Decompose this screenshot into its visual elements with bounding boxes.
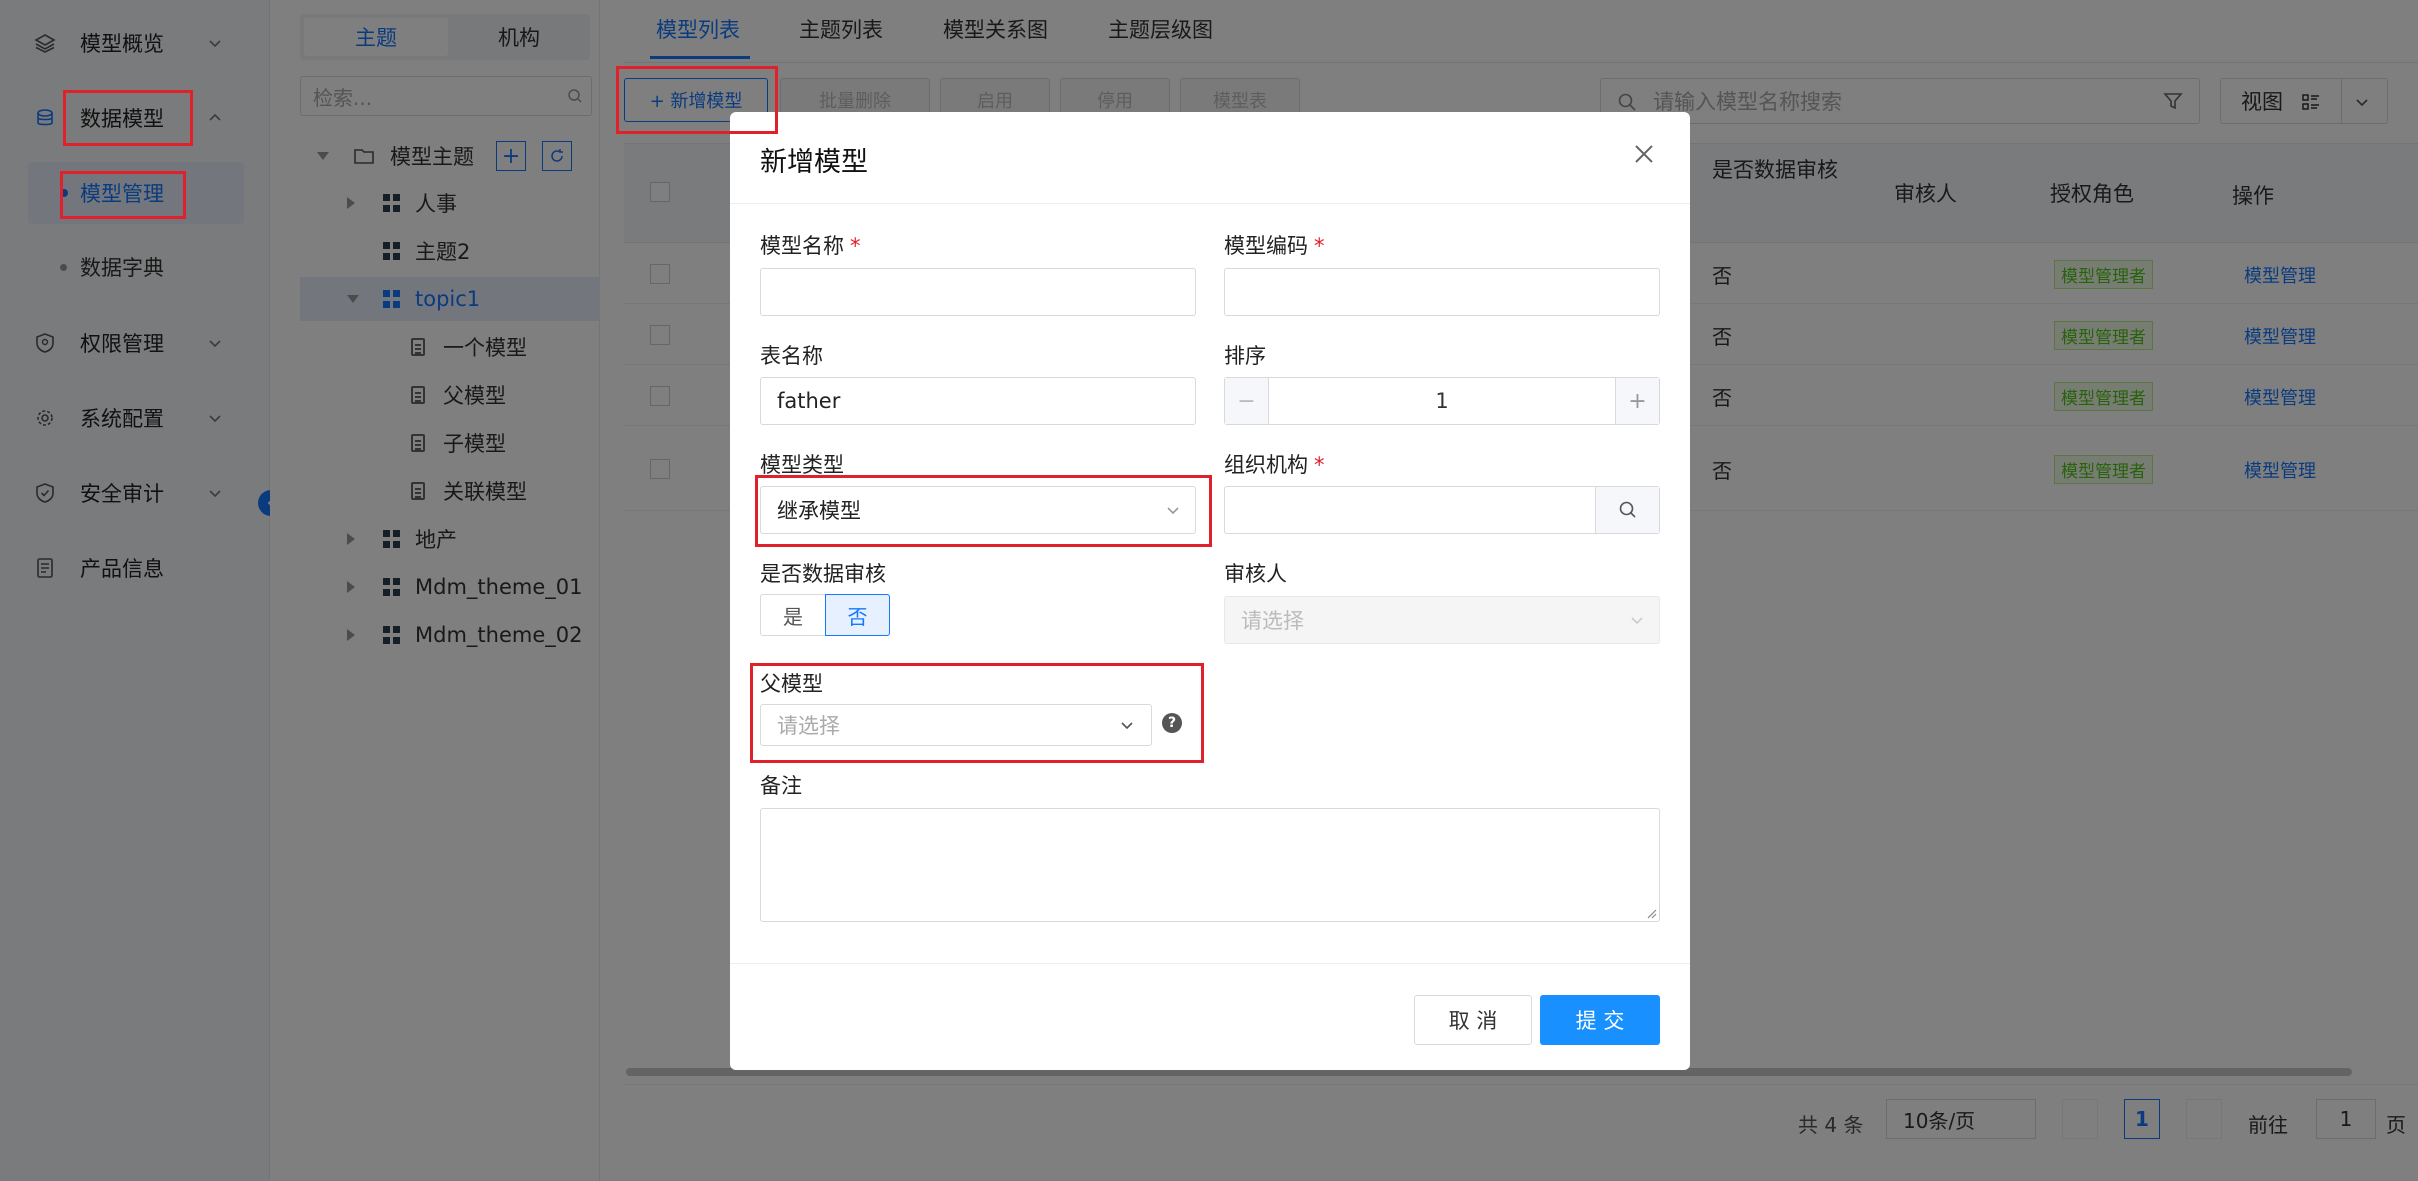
model-name-input[interactable] bbox=[760, 268, 1196, 316]
field-label: 排序 bbox=[1224, 344, 1266, 368]
field-label: 是否数据审核 bbox=[760, 562, 886, 586]
field-label: 模型名称 * bbox=[760, 230, 861, 260]
field-label: 组织机构 * bbox=[1224, 449, 1325, 479]
divider bbox=[730, 963, 1690, 964]
label-text: 组织机构 bbox=[1224, 453, 1308, 477]
add-model-dialog: 新增模型 模型名称 * 模型编码 * 表名称 father 排序 − 1 + 模型类… bbox=[730, 112, 1690, 1070]
required-mark: * bbox=[1314, 453, 1325, 477]
highlight-box bbox=[755, 475, 1212, 547]
close-icon[interactable] bbox=[1632, 142, 1656, 166]
reviewer-select[interactable]: 请选择 bbox=[1224, 596, 1660, 644]
required-mark: * bbox=[850, 234, 861, 258]
decrement-button[interactable]: − bbox=[1225, 378, 1269, 424]
select-placeholder: 请选择 bbox=[1241, 609, 1304, 633]
label-text: 模型编码 bbox=[1224, 234, 1308, 258]
sort-value[interactable]: 1 bbox=[1269, 378, 1615, 424]
highlight-box bbox=[63, 90, 193, 146]
data-audit-toggle[interactable]: 是 否 bbox=[760, 594, 890, 636]
org-search-button[interactable] bbox=[1595, 487, 1659, 533]
search-icon bbox=[1619, 501, 1636, 518]
sort-stepper[interactable]: − 1 + bbox=[1224, 377, 1660, 425]
required-mark: * bbox=[1314, 234, 1325, 258]
highlight-box bbox=[750, 663, 1204, 763]
field-label: 表名称 bbox=[760, 344, 823, 368]
cancel-button[interactable]: 取 消 bbox=[1414, 995, 1532, 1045]
model-code-input[interactable] bbox=[1224, 268, 1660, 316]
option-yes[interactable]: 是 bbox=[761, 595, 825, 635]
field-label: 备注 bbox=[760, 774, 802, 798]
submit-button[interactable]: 提 交 bbox=[1540, 995, 1660, 1045]
resize-handle-icon[interactable] bbox=[1645, 907, 1657, 919]
increment-button[interactable]: + bbox=[1615, 378, 1659, 424]
option-no[interactable]: 否 bbox=[825, 594, 890, 636]
highlight-box bbox=[616, 66, 778, 134]
label-text: 模型名称 bbox=[760, 234, 844, 258]
org-picker[interactable] bbox=[1224, 486, 1660, 534]
divider bbox=[730, 203, 1690, 204]
field-label: 模型编码 * bbox=[1224, 230, 1325, 260]
chevron-down-icon bbox=[1631, 617, 1643, 625]
highlight-box bbox=[60, 171, 186, 219]
dialog-title: 新增模型 bbox=[760, 147, 868, 178]
table-name-input[interactable]: father bbox=[760, 377, 1196, 425]
field-label: 审核人 bbox=[1224, 562, 1287, 586]
remark-textarea[interactable] bbox=[760, 808, 1660, 922]
